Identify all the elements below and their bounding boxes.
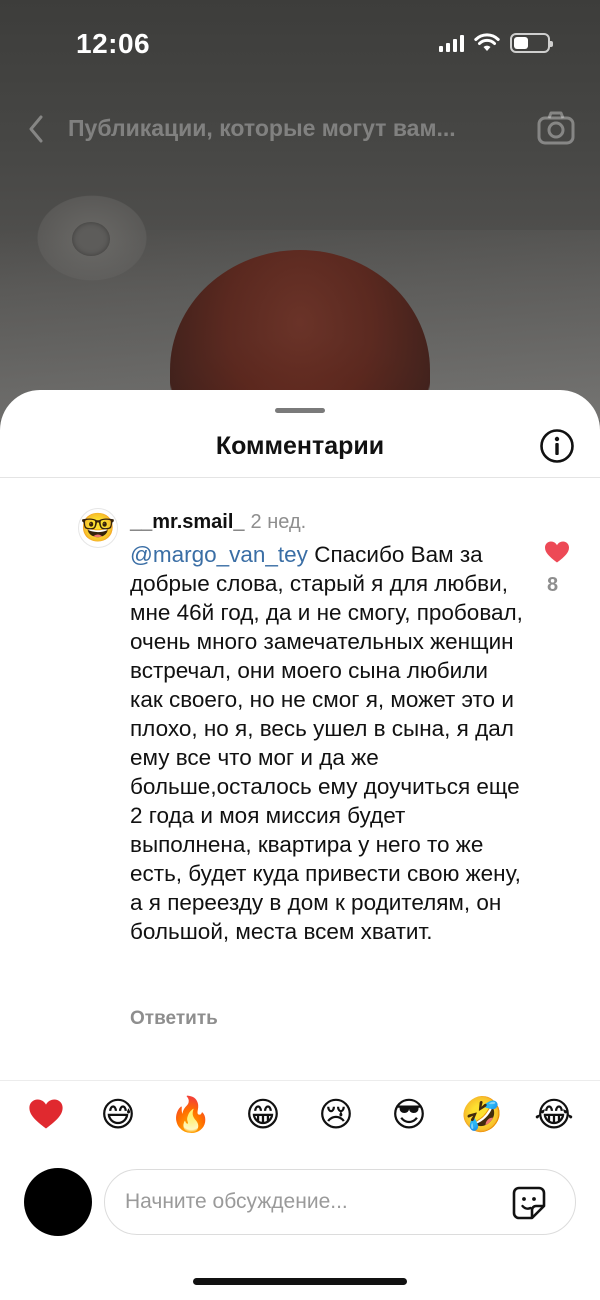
comment-body: Спасибо Вам за добрые слова, старый я дл… <box>130 542 523 944</box>
battery-level <box>514 37 529 49</box>
current-user-avatar <box>24 1168 92 1236</box>
emoji-grin-button[interactable]: 😁 <box>241 1093 285 1137</box>
like-count: 8 <box>547 574 559 596</box>
sheet-header: Комментарии <box>0 420 600 478</box>
back-arrow-icon[interactable] <box>22 111 52 147</box>
status-bar: 12:06 <box>0 0 600 90</box>
comment-mention[interactable]: @margo_van_tey <box>130 542 308 567</box>
quick-emoji-bar: 😅 🔥 😁 😢 😎 🤣 😂 <box>0 1080 600 1175</box>
status-icons <box>439 33 553 53</box>
emoji-rofl-button[interactable]: 🤣 <box>460 1093 504 1137</box>
emoji-heart-button[interactable] <box>24 1093 68 1137</box>
info-icon[interactable] <box>539 428 575 464</box>
comment-text: @margo_van_tey Спасибо Вам за добрые сло… <box>130 540 525 946</box>
emoji-sweat-smile-button[interactable]: 😅 <box>96 1093 140 1137</box>
comment-time-ago: 2 нед. <box>250 511 307 533</box>
sheet-drag-handle[interactable] <box>275 408 325 413</box>
red-heart-icon <box>29 1099 63 1129</box>
wifi-icon <box>474 33 500 51</box>
heart-filled-icon[interactable] <box>544 540 570 564</box>
sticker-icon[interactable] <box>511 1185 547 1221</box>
comment-input-placeholder: Начните обсуждение... <box>125 1190 348 1213</box>
top-nav-title: Публикации, которые могут вам... <box>68 115 456 141</box>
emoji-cry-button[interactable]: 😢 <box>314 1093 358 1137</box>
comment-meta: __mr.smail_ 2 нед. <box>130 511 306 534</box>
emoji-fire-button[interactable]: 🔥 <box>169 1093 213 1137</box>
comments-sheet: Комментарии 🤓 __mr.smail_ 2 нед. @margo_v… <box>0 390 600 1300</box>
home-indicator[interactable] <box>193 1278 407 1285</box>
emoji-joy-button[interactable]: 😂 <box>532 1093 576 1137</box>
photo-ceiling-knob <box>72 222 110 256</box>
camera-icon[interactable] <box>536 109 576 147</box>
reply-button[interactable]: Ответить <box>130 1008 218 1030</box>
commenter-avatar[interactable]: 🤓 <box>78 508 118 548</box>
emoji-sunglasses-button[interactable]: 😎 <box>387 1093 431 1137</box>
comment-username[interactable]: __mr.smail_ <box>130 511 245 533</box>
battery-icon <box>510 33 553 53</box>
comment-input-field[interactable]: Начните обсуждение... <box>104 1169 576 1235</box>
top-navigation-bar: Публикации, которые могут вам... <box>0 105 600 151</box>
status-time: 12:06 <box>76 28 151 59</box>
sheet-title: Комментарии <box>215 432 385 460</box>
cellular-signal-icon <box>439 34 464 52</box>
